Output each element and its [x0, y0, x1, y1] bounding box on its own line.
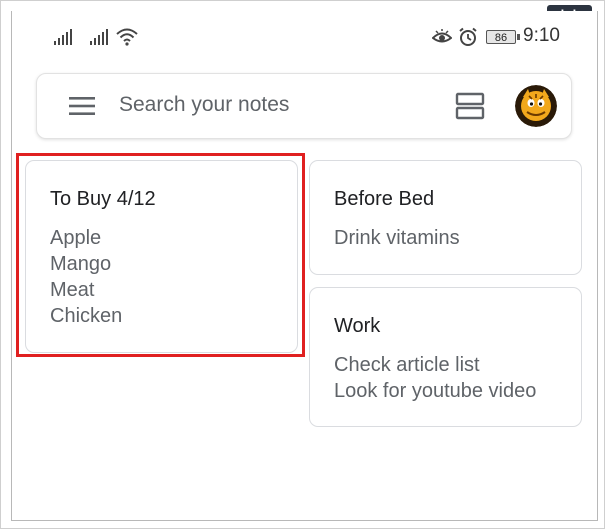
note-line: Drink vitamins	[334, 227, 460, 249]
note-line: Check article list	[334, 354, 480, 376]
note-card-before-bed[interactable]: Before Bed Drink vitamins	[309, 160, 582, 275]
signal-icon	[54, 29, 72, 45]
search-bar[interactable]: Search your notes	[36, 73, 572, 139]
note-title: To Buy 4/12	[50, 188, 156, 210]
list-view-icon[interactable]	[455, 92, 485, 120]
note-line: Look for youtube video	[334, 380, 537, 402]
menu-icon[interactable]	[69, 96, 95, 116]
note-line: Meat	[50, 279, 95, 301]
screenshot-frame: alphr	[0, 0, 605, 529]
note-line: Chicken	[50, 305, 123, 327]
signal-icon	[90, 29, 108, 45]
note-title: Before Bed	[334, 188, 435, 210]
phone-screen: 86 9:10 Search your notes To Buy 4/12 Ap…	[11, 11, 598, 521]
note-card-to-buy[interactable]: To Buy 4/12 Apple Mango Meat Chicken	[25, 160, 298, 353]
battery-icon: 86	[486, 30, 516, 44]
search-input[interactable]: Search your notes	[119, 93, 289, 117]
eye-icon	[432, 29, 452, 43]
wifi-icon	[116, 28, 138, 46]
avatar[interactable]	[515, 85, 557, 127]
alarm-icon	[459, 27, 477, 46]
note-card-work[interactable]: Work Check article list Look for youtube…	[309, 287, 582, 427]
note-title: Work	[334, 315, 381, 337]
note-line: Mango	[50, 253, 112, 275]
status-time: 9:10	[523, 25, 560, 46]
status-bar: 86 9:10	[12, 23, 597, 53]
battery-tip	[517, 34, 520, 40]
note-line: Apple	[50, 227, 102, 249]
